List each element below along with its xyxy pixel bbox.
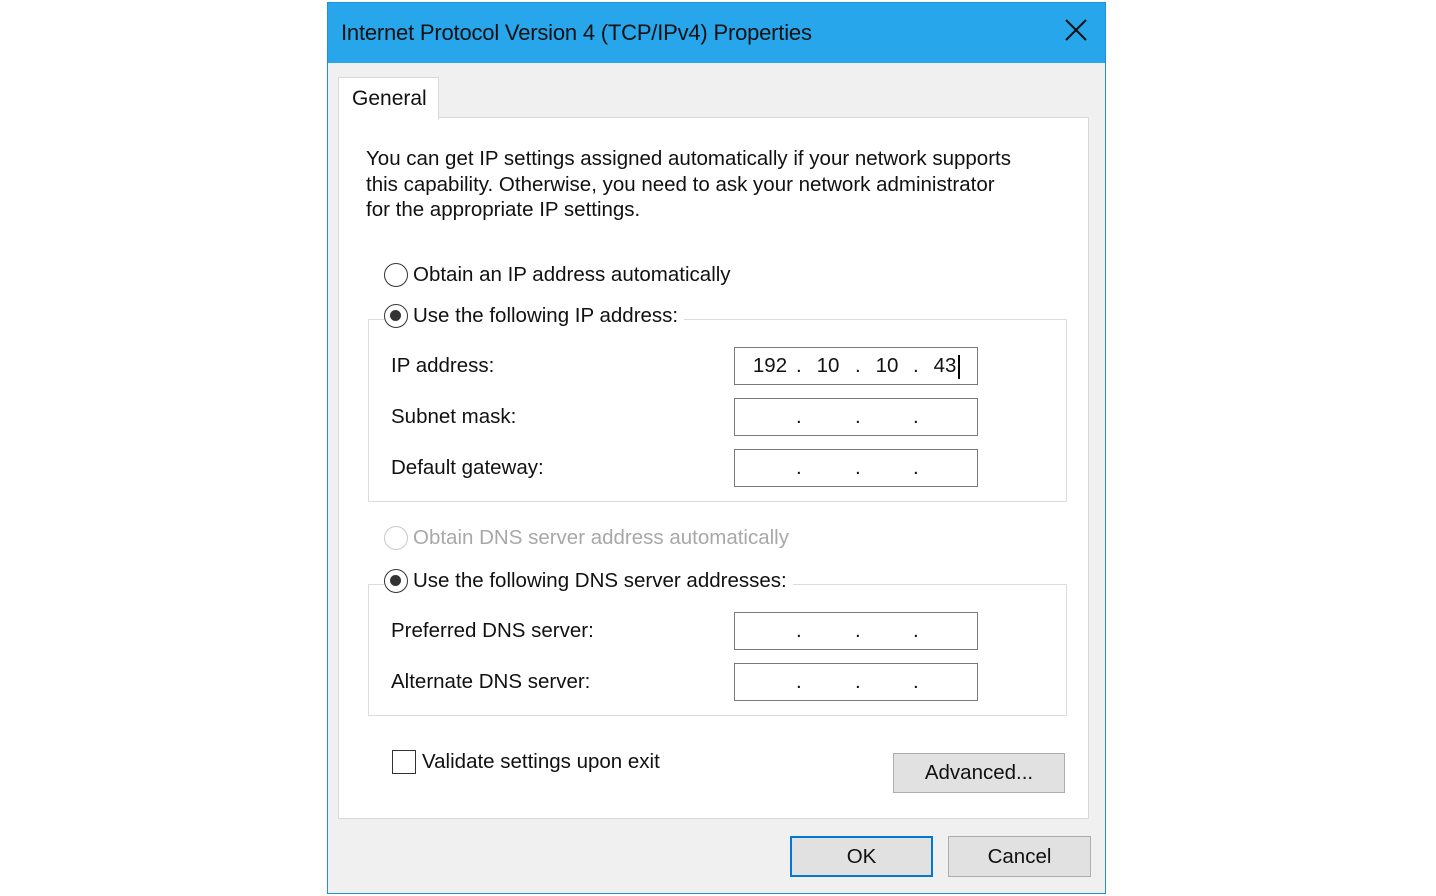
octet-separator: . xyxy=(913,456,919,479)
alternate-dns-input[interactable]: . . . xyxy=(734,663,978,701)
octet-separator: . xyxy=(913,405,919,428)
ipv4-properties-dialog: Internet Protocol Version 4 (TCP/IPv4) P… xyxy=(327,2,1106,894)
octet-separator: . xyxy=(796,619,802,642)
octet-separator: . xyxy=(913,670,919,693)
description-line: You can get IP settings assigned automat… xyxy=(366,147,1011,170)
obtain-dns-auto-radio xyxy=(384,526,408,550)
octet-separator: . xyxy=(796,354,802,377)
octet-separator: . xyxy=(855,456,861,479)
use-ip-manual-radio[interactable] xyxy=(384,304,408,328)
preferred-dns-label: Preferred DNS server: xyxy=(391,619,594,642)
default-gateway-input[interactable]: . . . xyxy=(734,449,978,487)
octet-separator: . xyxy=(796,405,802,428)
validate-on-exit-label: Validate settings upon exit xyxy=(422,750,660,773)
cancel-button[interactable]: Cancel xyxy=(948,836,1091,877)
advanced-button[interactable]: Advanced... xyxy=(893,753,1065,793)
text-caret xyxy=(958,355,960,379)
validate-on-exit-checkbox[interactable] xyxy=(392,750,416,774)
octet-separator: . xyxy=(796,456,802,479)
subnet-mask-input[interactable]: . . . xyxy=(734,398,978,436)
title-bar[interactable]: Internet Protocol Version 4 (TCP/IPv4) P… xyxy=(328,3,1105,63)
octet-separator: . xyxy=(855,670,861,693)
tab-general-label: General xyxy=(352,87,427,110)
use-dns-manual-option[interactable]: Use the following DNS server addresses: xyxy=(384,569,793,593)
ip-address-label: IP address: xyxy=(391,354,495,377)
octet-separator: . xyxy=(855,405,861,428)
obtain-ip-auto-label: Obtain an IP address automatically xyxy=(413,263,731,286)
description-line: for the appropriate IP settings. xyxy=(366,198,641,221)
octet-separator: . xyxy=(913,354,919,377)
ip-octet-2: 10 xyxy=(816,354,840,377)
close-button[interactable] xyxy=(1061,15,1091,45)
use-ip-manual-label: Use the following IP address: xyxy=(413,304,679,327)
octet-separator: . xyxy=(913,619,919,642)
ip-octet-1: 192 xyxy=(752,354,788,377)
close-icon xyxy=(1065,19,1087,41)
obtain-dns-auto-option: Obtain DNS server address automatically xyxy=(384,526,795,550)
use-ip-manual-option[interactable]: Use the following IP address: xyxy=(384,304,685,328)
use-dns-manual-label: Use the following DNS server addresses: xyxy=(413,569,787,592)
tab-general[interactable]: General xyxy=(338,77,439,120)
preferred-dns-input[interactable]: . . . xyxy=(734,612,978,650)
obtain-ip-auto-option[interactable]: Obtain an IP address automatically xyxy=(384,263,737,287)
subnet-mask-label: Subnet mask: xyxy=(391,405,517,428)
window-title: Internet Protocol Version 4 (TCP/IPv4) P… xyxy=(341,20,812,45)
octet-separator: . xyxy=(855,619,861,642)
validate-on-exit-option[interactable]: Validate settings upon exit xyxy=(392,750,660,774)
obtain-ip-auto-radio[interactable] xyxy=(384,263,408,287)
octet-separator: . xyxy=(855,354,861,377)
use-dns-manual-radio[interactable] xyxy=(384,569,408,593)
description-text: You can get IP settings assigned automat… xyxy=(366,146,1066,223)
ip-address-input[interactable]: 192 . 10 . 10 . 43 xyxy=(734,347,978,385)
ip-octet-3: 10 xyxy=(875,354,899,377)
default-gateway-label: Default gateway: xyxy=(391,456,544,479)
alternate-dns-label: Alternate DNS server: xyxy=(391,670,591,693)
description-line: this capability. Otherwise, you need to … xyxy=(366,172,995,196)
obtain-dns-auto-label: Obtain DNS server address automatically xyxy=(413,526,789,549)
general-panel: You can get IP settings assigned automat… xyxy=(338,117,1089,819)
octet-separator: . xyxy=(796,670,802,693)
ok-button[interactable]: OK xyxy=(790,836,933,877)
